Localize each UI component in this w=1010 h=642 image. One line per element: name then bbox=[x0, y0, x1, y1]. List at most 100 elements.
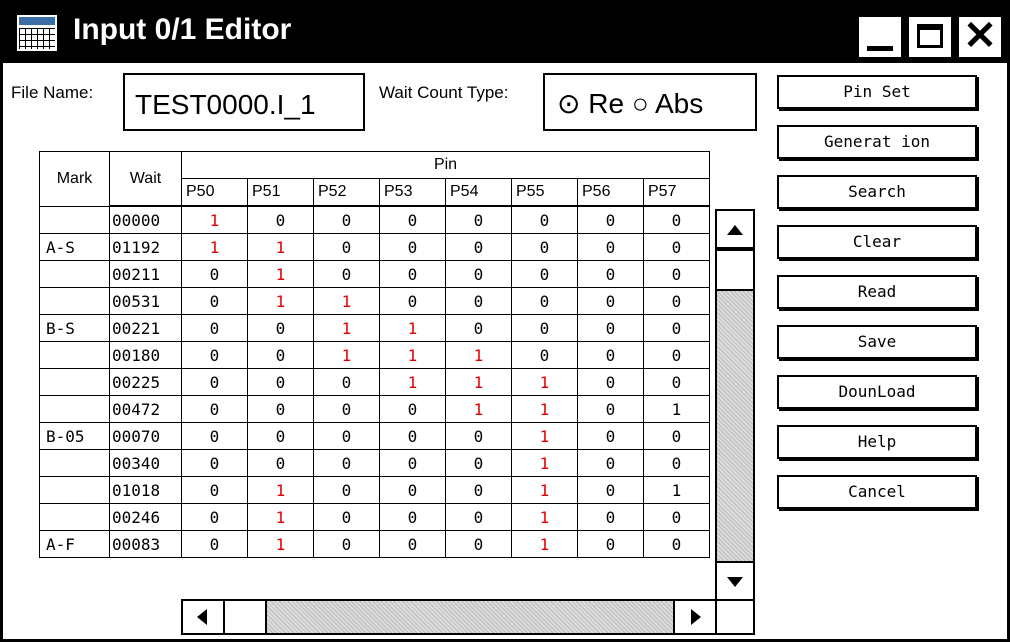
mark-cell[interactable] bbox=[39, 287, 110, 315]
title-bar[interactable]: Input 0/1 Editor ✕ bbox=[3, 3, 1007, 63]
table-row[interactable]: B-S 00221 0 0 1 1 0 0 0 0 bbox=[39, 314, 710, 342]
close-icon[interactable]: ✕ bbox=[957, 14, 1003, 59]
pin-value-cell[interactable]: 1 bbox=[511, 422, 578, 450]
wait-cell[interactable]: 00221 bbox=[109, 314, 182, 342]
pin-value-cell[interactable]: 0 bbox=[247, 314, 314, 342]
pin-value-cell[interactable]: 0 bbox=[643, 341, 710, 369]
pin-value-cell[interactable]: 0 bbox=[181, 260, 248, 288]
pin-value-cell[interactable]: 0 bbox=[643, 205, 710, 234]
horizontal-scrollbar[interactable] bbox=[181, 599, 717, 635]
scroll-right-arrow-icon[interactable] bbox=[673, 599, 717, 635]
wait-cell[interactable]: 00340 bbox=[109, 449, 182, 477]
read-button[interactable]: Read bbox=[777, 275, 977, 309]
table-row[interactable]: 01018 0 1 0 0 0 1 0 1 bbox=[39, 476, 710, 504]
pin-value-cell[interactable]: 1 bbox=[181, 205, 248, 234]
mark-cell[interactable] bbox=[39, 368, 110, 396]
pin-value-cell[interactable]: 1 bbox=[313, 341, 380, 369]
pin-value-cell[interactable]: 1 bbox=[643, 476, 710, 504]
pin-value-cell[interactable]: 0 bbox=[379, 260, 446, 288]
pin-value-cell[interactable]: 0 bbox=[379, 287, 446, 315]
wait-cell[interactable]: 00070 bbox=[109, 422, 182, 450]
table-row[interactable]: 00340 0 0 0 0 0 1 0 0 bbox=[39, 449, 710, 477]
pin-value-cell[interactable]: 0 bbox=[247, 205, 314, 234]
pin-value-cell[interactable]: 0 bbox=[247, 449, 314, 477]
pin-value-cell[interactable]: 1 bbox=[643, 395, 710, 423]
wait-cell[interactable]: 01018 bbox=[109, 476, 182, 504]
pin-value-cell[interactable]: 0 bbox=[379, 476, 446, 504]
pin-value-cell[interactable]: 1 bbox=[511, 503, 578, 531]
pin-value-cell[interactable]: 0 bbox=[247, 395, 314, 423]
pin-value-cell[interactable]: 0 bbox=[313, 530, 380, 558]
pin-value-cell[interactable]: 1 bbox=[313, 287, 380, 315]
table-row[interactable]: 00180 0 0 1 1 1 0 0 0 bbox=[39, 341, 710, 369]
mark-cell[interactable] bbox=[39, 503, 110, 531]
table-row[interactable]: 00000 1 0 0 0 0 0 0 0 bbox=[39, 205, 710, 234]
table-row[interactable]: 00211 0 1 0 0 0 0 0 0 bbox=[39, 260, 710, 288]
pin-value-cell[interactable]: 0 bbox=[379, 503, 446, 531]
scroll-down-arrow-icon[interactable] bbox=[715, 561, 755, 601]
table-row[interactable]: A-S 01192 1 1 0 0 0 0 0 0 bbox=[39, 233, 710, 261]
download-button[interactable]: DounLoad bbox=[777, 375, 977, 409]
mark-cell[interactable]: A-S bbox=[39, 233, 110, 261]
app-grid-icon[interactable] bbox=[15, 13, 59, 53]
wait-cell[interactable]: 01192 bbox=[109, 233, 182, 261]
pin-value-cell[interactable]: 0 bbox=[181, 503, 248, 531]
pin-value-cell[interactable]: 0 bbox=[181, 530, 248, 558]
wait-cell[interactable]: 00083 bbox=[109, 530, 182, 558]
pin-value-cell[interactable]: 1 bbox=[313, 314, 380, 342]
table-row[interactable]: 00472 0 0 0 0 1 1 0 1 bbox=[39, 395, 710, 423]
pin-value-cell[interactable]: 0 bbox=[511, 341, 578, 369]
table-row[interactable]: 00246 0 1 0 0 0 1 0 0 bbox=[39, 503, 710, 531]
pin-value-cell[interactable]: 0 bbox=[511, 205, 578, 234]
pin-value-cell[interactable]: 0 bbox=[577, 449, 644, 477]
horizontal-scroll-thumb[interactable] bbox=[223, 599, 267, 635]
minimize-icon[interactable] bbox=[857, 15, 903, 59]
generation-button[interactable]: Generat ion bbox=[777, 125, 977, 159]
pin-value-cell[interactable]: 0 bbox=[379, 233, 446, 261]
pin-value-cell[interactable]: 0 bbox=[511, 233, 578, 261]
pin-value-cell[interactable]: 1 bbox=[511, 476, 578, 504]
scroll-up-arrow-icon[interactable] bbox=[715, 209, 755, 249]
pin-value-cell[interactable]: 0 bbox=[643, 314, 710, 342]
pin-value-cell[interactable]: 0 bbox=[181, 287, 248, 315]
pin-value-cell[interactable]: 0 bbox=[511, 260, 578, 288]
mark-cell[interactable] bbox=[39, 260, 110, 288]
pin-value-cell[interactable]: 0 bbox=[313, 368, 380, 396]
pin-value-cell[interactable]: 1 bbox=[379, 341, 446, 369]
pin-value-cell[interactable]: 1 bbox=[379, 368, 446, 396]
pin-value-cell[interactable]: 0 bbox=[313, 503, 380, 531]
pin-value-cell[interactable]: 0 bbox=[181, 476, 248, 504]
table-row[interactable]: B-05 00070 0 0 0 0 0 1 0 0 bbox=[39, 422, 710, 450]
mark-cell[interactable] bbox=[39, 341, 110, 369]
pin-value-cell[interactable]: 0 bbox=[445, 503, 512, 531]
mark-cell[interactable]: A-F bbox=[39, 530, 110, 558]
pin-value-cell[interactable]: 0 bbox=[577, 422, 644, 450]
pin-value-cell[interactable]: 0 bbox=[643, 260, 710, 288]
pin-value-cell[interactable]: 1 bbox=[445, 341, 512, 369]
vertical-scroll-thumb[interactable] bbox=[715, 249, 755, 291]
pin-value-cell[interactable]: 0 bbox=[577, 205, 644, 234]
pin-value-cell[interactable]: 1 bbox=[511, 530, 578, 558]
pin-value-cell[interactable]: 1 bbox=[445, 368, 512, 396]
pin-value-cell[interactable]: 0 bbox=[379, 530, 446, 558]
maximize-icon[interactable] bbox=[907, 15, 953, 59]
pin-value-cell[interactable]: 0 bbox=[313, 205, 380, 234]
wait-cell[interactable]: 00180 bbox=[109, 341, 182, 369]
scroll-left-arrow-icon[interactable] bbox=[181, 599, 225, 635]
pin-value-cell[interactable]: 0 bbox=[577, 314, 644, 342]
pin-value-cell[interactable]: 0 bbox=[445, 314, 512, 342]
pin-value-cell[interactable]: 0 bbox=[247, 368, 314, 396]
pin-value-cell[interactable]: 0 bbox=[445, 205, 512, 234]
pin-value-cell[interactable]: 1 bbox=[247, 287, 314, 315]
vertical-scrollbar[interactable] bbox=[715, 209, 755, 601]
save-button[interactable]: Save bbox=[777, 325, 977, 359]
pin-value-cell[interactable]: 0 bbox=[247, 422, 314, 450]
pin-value-cell[interactable]: 0 bbox=[577, 368, 644, 396]
wait-cell[interactable]: 00472 bbox=[109, 395, 182, 423]
pin-value-cell[interactable]: 0 bbox=[379, 395, 446, 423]
mark-cell[interactable]: B-S bbox=[39, 314, 110, 342]
wait-cell[interactable]: 00246 bbox=[109, 503, 182, 531]
pin-value-cell[interactable]: 0 bbox=[181, 341, 248, 369]
clear-button[interactable]: Clear bbox=[777, 225, 977, 259]
pin-value-cell[interactable]: 0 bbox=[643, 287, 710, 315]
